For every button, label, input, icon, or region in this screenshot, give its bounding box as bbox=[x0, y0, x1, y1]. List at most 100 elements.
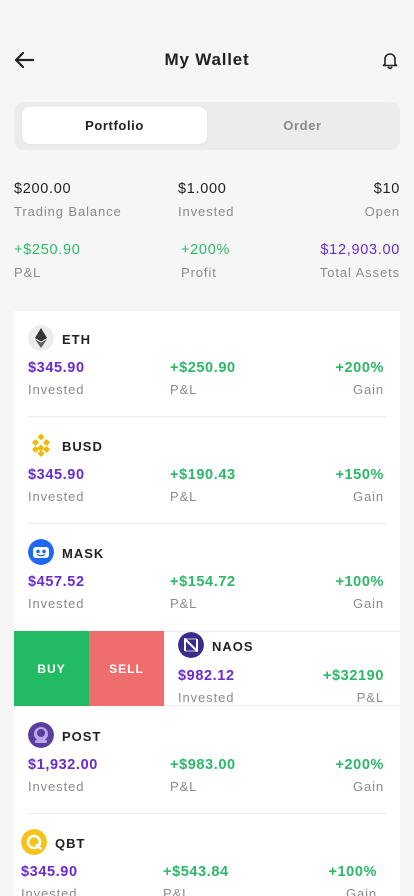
invested-value: $345.90 bbox=[28, 360, 85, 376]
tab-portfolio[interactable]: Portfolio bbox=[22, 107, 207, 144]
invested-value: $1.000 bbox=[178, 181, 227, 197]
invested-value: $345.90 bbox=[21, 864, 78, 880]
gain-value: +100% bbox=[335, 574, 384, 590]
gain-cell: +200% Gain bbox=[335, 757, 384, 794]
pnl-label: P&L bbox=[170, 779, 198, 794]
naos-icon bbox=[178, 632, 204, 658]
total-assets-stat: $12,903.00 Total Assets bbox=[320, 242, 400, 280]
trading-balance-label: Trading Balance bbox=[14, 204, 122, 219]
invested-label: Invested bbox=[178, 204, 235, 219]
pnl-stat: +$250.90 P&L bbox=[14, 242, 80, 280]
gain-cell: +100% Gain bbox=[335, 574, 384, 611]
asset-row-naos[interactable]: BUY SELL NAOS $982.12 Invested +$32190 P&L bbox=[14, 631, 400, 706]
pnl-label: P&L bbox=[14, 265, 42, 280]
divider bbox=[28, 416, 386, 417]
invested-label: Invested bbox=[28, 779, 85, 794]
open-value: $10 bbox=[373, 181, 400, 197]
profit-label: Profit bbox=[181, 265, 217, 280]
busd-icon bbox=[31, 433, 51, 458]
pnl-cell: +$32190 P&L bbox=[323, 668, 384, 705]
gain-cell: +100% Gain bbox=[328, 864, 377, 896]
open-stat: $10 Open bbox=[365, 181, 400, 219]
open-label: Open bbox=[364, 204, 400, 219]
trading-balance-value: $200.00 bbox=[14, 181, 72, 197]
coin-name: BUSD bbox=[62, 439, 103, 454]
pnl-value: +$250.90 bbox=[170, 360, 236, 376]
invested-label: Invested bbox=[28, 382, 85, 397]
pnl-label: P&L bbox=[356, 690, 384, 705]
buy-button[interactable]: BUY bbox=[14, 631, 89, 706]
gain-label: Gain bbox=[352, 779, 384, 794]
coin-name: NAOS bbox=[212, 639, 254, 654]
divider bbox=[28, 813, 386, 814]
profit-value: +200% bbox=[181, 242, 231, 258]
pnl-value: +$154.72 bbox=[170, 574, 236, 590]
gain-label: Gain bbox=[352, 596, 384, 611]
mask-icon bbox=[28, 539, 54, 565]
total-assets-label: Total Assets bbox=[319, 265, 400, 280]
pnl-label: P&L bbox=[170, 489, 198, 504]
invested-cell: $345.90 Invested bbox=[28, 360, 85, 397]
gain-value: +150% bbox=[335, 467, 384, 483]
bell-icon bbox=[382, 53, 398, 69]
asset-row-busd[interactable]: BUSD $345.90 Invested +$190.43 P&L +150% Ga… bbox=[14, 418, 400, 524]
pnl-value: +$983.00 bbox=[170, 757, 236, 773]
app-header: My Wallet bbox=[0, 0, 414, 100]
pnl-cell: +$543.84 P&L bbox=[163, 864, 229, 896]
invested-stat: $1.000 Invested bbox=[178, 181, 234, 219]
portfolio-order-segment: Portfolio Order bbox=[14, 102, 400, 150]
asset-list: ETH $345.90 Invested +$250.90 P&L +200% Gai… bbox=[14, 311, 400, 896]
coin-name: QBT bbox=[55, 836, 86, 851]
gain-value: +200% bbox=[335, 360, 384, 376]
invested-cell: $345.90 Invested bbox=[21, 864, 78, 896]
gain-value: +100% bbox=[328, 864, 377, 880]
notification-button[interactable] bbox=[378, 48, 402, 72]
asset-row-post[interactable]: POST $1,932.00 Invested +$983.00 P&L +200%… bbox=[14, 708, 400, 814]
trading-balance-stat: $200.00 Trading Balance bbox=[14, 181, 122, 219]
gain-label: Gain bbox=[352, 382, 384, 397]
invested-cell: $457.52 Invested bbox=[28, 574, 85, 611]
invested-value: $345.90 bbox=[28, 467, 85, 483]
invested-cell: $1,932.00 Invested bbox=[28, 757, 98, 794]
post-icon bbox=[28, 722, 54, 748]
pnl-cell: +$250.90 P&L bbox=[170, 360, 236, 397]
asset-row-mask[interactable]: MASK $457.52 Invested +$154.72 P&L +100% Ga… bbox=[14, 525, 400, 631]
pnl-label: P&L bbox=[170, 382, 198, 397]
coin-name: ETH bbox=[62, 332, 91, 347]
gain-value: +200% bbox=[335, 757, 384, 773]
pnl-value: +$250.90 bbox=[14, 242, 81, 258]
invested-cell: $345.90 Invested bbox=[28, 467, 85, 504]
invested-value: $982.12 bbox=[178, 668, 235, 684]
divider bbox=[28, 523, 386, 524]
asset-row-qbt[interactable]: QBT $345.90 Invested +$543.84 P&L +100% Gai… bbox=[14, 815, 393, 896]
gain-label: Gain bbox=[352, 489, 384, 504]
pnl-cell: +$154.72 P&L bbox=[170, 574, 236, 611]
invested-label: Invested bbox=[178, 690, 235, 705]
invested-value: $457.52 bbox=[28, 574, 85, 590]
tab-order[interactable]: Order bbox=[210, 107, 395, 144]
pnl-label: P&L bbox=[170, 596, 198, 611]
pnl-value: +$190.43 bbox=[170, 467, 236, 483]
ethereum-icon bbox=[28, 325, 54, 351]
swiped-asset-card[interactable]: NAOS $982.12 Invested +$32190 P&L bbox=[164, 631, 400, 706]
gain-cell: +200% Gain bbox=[335, 360, 384, 397]
invested-cell: $982.12 Invested bbox=[178, 668, 235, 705]
invested-label: Invested bbox=[28, 596, 85, 611]
invested-label: Invested bbox=[21, 886, 78, 896]
asset-row-eth[interactable]: ETH $345.90 Invested +$250.90 P&L +200% Gai… bbox=[14, 311, 400, 417]
profit-stat: +200% Profit bbox=[181, 242, 230, 280]
gain-cell: +150% Gain bbox=[335, 467, 384, 504]
pnl-label: P&L bbox=[163, 886, 191, 896]
pnl-cell: +$983.00 P&L bbox=[170, 757, 236, 794]
gain-label: Gain bbox=[345, 886, 377, 896]
coin-name: POST bbox=[62, 729, 102, 744]
qbt-icon bbox=[21, 829, 47, 855]
sell-button[interactable]: SELL bbox=[89, 631, 164, 706]
invested-label: Invested bbox=[28, 489, 85, 504]
coin-name: MASK bbox=[62, 546, 105, 561]
pnl-value: +$543.84 bbox=[163, 864, 229, 880]
total-assets-value: $12,903.00 bbox=[320, 242, 400, 258]
pnl-value: +$32190 bbox=[322, 668, 384, 684]
page-title: My Wallet bbox=[164, 50, 250, 69]
invested-value: $1,932.00 bbox=[28, 757, 98, 773]
